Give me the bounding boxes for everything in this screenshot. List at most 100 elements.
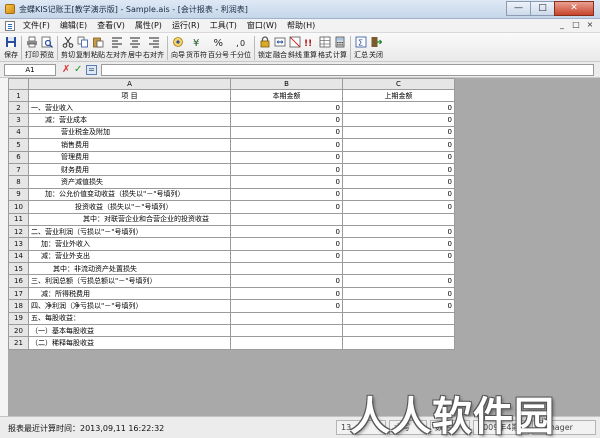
menu-view[interactable]: 查看(V) xyxy=(93,20,131,31)
previous-amount-cell[interactable]: 0 xyxy=(342,150,455,164)
item-label-cell[interactable]: 五、每股收益： xyxy=(28,311,231,326)
row-header[interactable]: 6 xyxy=(8,150,29,164)
previous-amount-cell[interactable]: 0 xyxy=(342,286,455,301)
menu-help[interactable]: 帮助(H) xyxy=(283,20,321,31)
summary-button[interactable]: Σ 汇总 xyxy=(354,33,368,61)
align-center-button[interactable]: 居中 xyxy=(128,33,142,61)
align-right-button[interactable]: 右对齐 xyxy=(143,33,164,61)
row-header[interactable]: 17 xyxy=(8,286,29,301)
row-header[interactable]: 20 xyxy=(8,324,29,338)
current-amount-cell[interactable]: 0 xyxy=(230,299,343,313)
previous-amount-cell[interactable] xyxy=(342,336,455,350)
item-label-cell[interactable]: 管理费用 xyxy=(28,150,231,164)
cut-button[interactable]: 剪切 xyxy=(61,33,75,61)
previous-amount-cell[interactable]: 0 xyxy=(342,175,455,189)
current-amount-cell[interactable] xyxy=(230,311,343,326)
row-header[interactable]: 2 xyxy=(8,100,29,115)
previous-amount-cell[interactable]: 0 xyxy=(342,200,455,214)
doc-restore-button[interactable]: □ xyxy=(570,20,582,31)
current-amount-cell[interactable]: 0 xyxy=(230,224,343,239)
current-amount-cell[interactable] xyxy=(230,324,343,338)
previous-amount-cell[interactable]: 0 xyxy=(342,224,455,239)
cell-reference-box[interactable]: A1 xyxy=(4,64,56,76)
item-label-cell[interactable]: 减：营业成本 xyxy=(28,113,231,127)
row-header[interactable]: 8 xyxy=(8,175,29,189)
item-label-cell[interactable]: （一）基本每股收益 xyxy=(28,324,231,338)
header-cell-previous[interactable]: 上期金额 xyxy=(342,89,455,102)
previous-amount-cell[interactable]: 0 xyxy=(342,138,455,152)
row-header[interactable]: 12 xyxy=(8,224,29,239)
recalc-button[interactable]: !! 重算 xyxy=(303,33,317,61)
item-label-cell[interactable]: 加：营业外收入 xyxy=(28,237,231,251)
row-header[interactable]: 4 xyxy=(8,125,29,140)
item-label-cell[interactable]: 财务费用 xyxy=(28,162,231,177)
percent-button[interactable]: % 百分号 xyxy=(208,33,229,61)
formula-input[interactable] xyxy=(101,64,594,76)
current-amount-cell[interactable]: 0 xyxy=(230,286,343,301)
previous-amount-cell[interactable]: 0 xyxy=(342,125,455,140)
diagonal-button[interactable]: 斜线 xyxy=(288,33,302,61)
previous-amount-cell[interactable] xyxy=(342,262,455,276)
current-amount-cell[interactable]: 0 xyxy=(230,150,343,164)
current-amount-cell[interactable]: 0 xyxy=(230,138,343,152)
item-label-cell[interactable]: 资产减值损失 xyxy=(28,175,231,189)
item-label-cell[interactable]: 加：公允价值变动收益（损失以"－"号填列） xyxy=(28,187,231,202)
row-header[interactable]: 11 xyxy=(8,212,29,226)
copy-button[interactable]: 复制 xyxy=(76,33,90,61)
item-label-cell[interactable]: 二、营业利润（亏损以"－"号填列） xyxy=(28,224,231,239)
row-header[interactable]: 3 xyxy=(8,113,29,127)
paste-button[interactable]: 粘贴 xyxy=(91,33,105,61)
row-header[interactable]: 15 xyxy=(8,262,29,276)
current-amount-cell[interactable]: 0 xyxy=(230,187,343,202)
item-label-cell[interactable]: 减：所得税费用 xyxy=(28,286,231,301)
item-label-cell[interactable]: 销售费用 xyxy=(28,138,231,152)
row-header[interactable]: 13 xyxy=(8,237,29,251)
current-amount-cell[interactable]: 0 xyxy=(230,100,343,115)
row-header[interactable]: 9 xyxy=(8,187,29,202)
currency-button[interactable]: ¥ 货币符 xyxy=(186,33,207,61)
menu-window[interactable]: 窗口(W) xyxy=(243,20,283,31)
doc-minimize-button[interactable]: _ xyxy=(556,20,568,31)
row-header[interactable]: 16 xyxy=(8,274,29,288)
row-header[interactable]: 14 xyxy=(8,249,29,264)
current-amount-cell[interactable]: 0 xyxy=(230,249,343,264)
previous-amount-cell[interactable]: 0 xyxy=(342,237,455,251)
preview-button[interactable]: 预览 xyxy=(40,33,54,61)
current-amount-cell[interactable] xyxy=(230,262,343,276)
thousands-button[interactable]: ,0 千分位 xyxy=(230,33,251,61)
row-header[interactable]: 19 xyxy=(8,311,29,326)
item-label-cell[interactable]: （二）稀释每股收益 xyxy=(28,336,231,350)
cancel-edit-icon[interactable]: ✗ xyxy=(62,64,70,75)
maximize-button[interactable]: □ xyxy=(530,1,555,16)
current-amount-cell[interactable]: 0 xyxy=(230,237,343,251)
current-amount-cell[interactable] xyxy=(230,212,343,226)
current-amount-cell[interactable]: 0 xyxy=(230,125,343,140)
lock-button[interactable]: 锁定 xyxy=(258,33,272,61)
item-label-cell[interactable]: 减：营业外支出 xyxy=(28,249,231,264)
doc-close-button[interactable]: × xyxy=(584,20,596,31)
item-label-cell[interactable]: 一、营业收入 xyxy=(28,100,231,115)
previous-amount-cell[interactable]: 0 xyxy=(342,299,455,313)
item-label-cell[interactable]: 四、净利润（净亏损以"－"号填列） xyxy=(28,299,231,313)
row-header[interactable]: 10 xyxy=(8,200,29,214)
current-amount-cell[interactable]: 0 xyxy=(230,200,343,214)
current-amount-cell[interactable]: 0 xyxy=(230,274,343,288)
previous-amount-cell[interactable]: 0 xyxy=(342,187,455,202)
menu-tools[interactable]: 工具(T) xyxy=(206,20,243,31)
row-header[interactable]: 21 xyxy=(8,336,29,350)
row-header[interactable]: 5 xyxy=(8,138,29,152)
previous-amount-cell[interactable]: 0 xyxy=(342,162,455,177)
header-cell-current[interactable]: 本期金额 xyxy=(230,89,343,102)
current-amount-cell[interactable]: 0 xyxy=(230,113,343,127)
menu-properties[interactable]: 属性(P) xyxy=(131,20,168,31)
current-amount-cell[interactable] xyxy=(230,336,343,350)
row-header[interactable]: 1 xyxy=(8,89,29,102)
menu-file[interactable]: 文件(F) xyxy=(19,20,56,31)
column-header-c[interactable]: C xyxy=(342,78,455,90)
row-header[interactable]: 7 xyxy=(8,162,29,177)
item-label-cell[interactable]: 其中：对联营企业和合营企业的投资收益 xyxy=(28,212,231,226)
confirm-edit-icon[interactable]: ✓ xyxy=(74,64,82,75)
previous-amount-cell[interactable]: 0 xyxy=(342,113,455,127)
print-button[interactable]: 打印 xyxy=(25,33,39,61)
save-button[interactable]: 保存 xyxy=(4,33,18,61)
